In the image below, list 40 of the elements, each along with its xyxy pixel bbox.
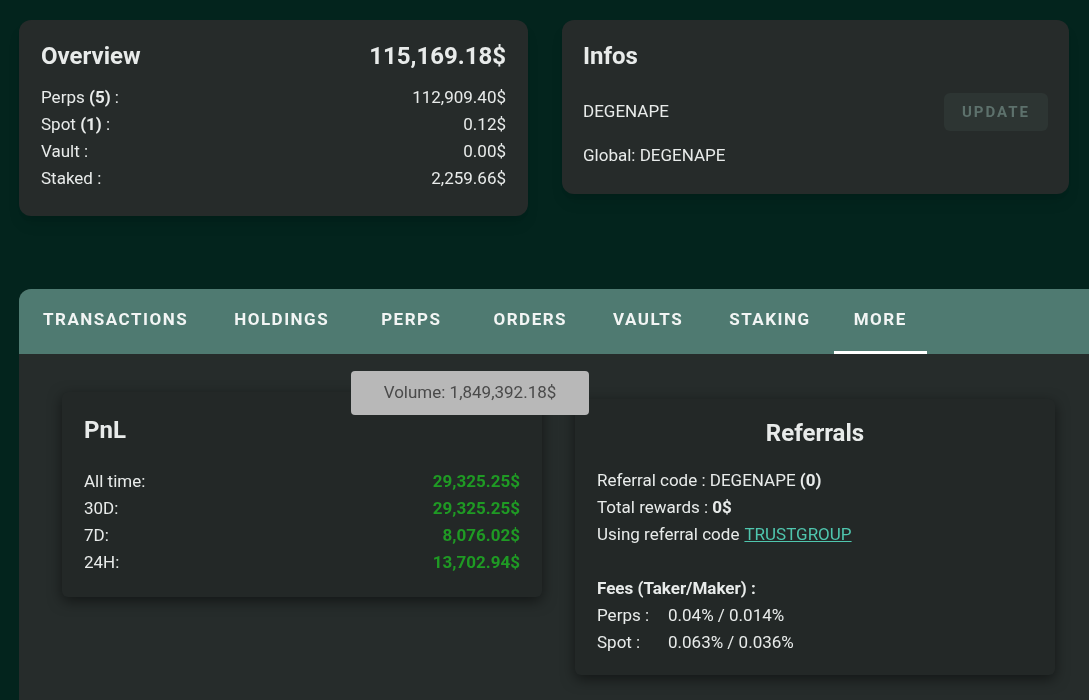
tab[interactable]: VAULTS bbox=[593, 289, 704, 354]
row-value: 29,325.25$ bbox=[432, 497, 520, 520]
tab[interactable]: MORE bbox=[833, 289, 927, 354]
row-value: 112,909.40$ bbox=[412, 86, 506, 109]
tab[interactable]: STAKING bbox=[709, 289, 831, 354]
referral-text: Total rewards : 0$ bbox=[597, 496, 733, 519]
row-label: Spot (1) : bbox=[41, 113, 111, 136]
global-name: Global: DEGENAPE bbox=[583, 144, 727, 167]
card-title: Referrals bbox=[764, 418, 866, 449]
row-value: 2,259.66$ bbox=[431, 167, 506, 190]
row-label: 7D: bbox=[84, 524, 109, 547]
row-value: 0.00$ bbox=[463, 140, 506, 163]
referral-text: Referral code : DEGENAPE (0) bbox=[597, 469, 823, 492]
row-label: All time: bbox=[84, 470, 146, 493]
row-value: 0.12$ bbox=[463, 113, 506, 136]
row-value: 29,325.25$ bbox=[432, 470, 520, 493]
row-label: Vault : bbox=[41, 140, 89, 163]
account-name: DEGENAPE bbox=[583, 100, 669, 124]
row-label: Staked : bbox=[41, 167, 102, 190]
tab[interactable]: ORDERS bbox=[473, 289, 588, 354]
fee-value: 0.063% / 0.036% bbox=[668, 631, 794, 654]
fee-label: Perps : bbox=[597, 604, 651, 627]
tab[interactable]: PERPS bbox=[361, 289, 462, 354]
row-label: 24H: bbox=[84, 551, 120, 574]
tab[interactable]: TRANSACTIONS bbox=[23, 289, 209, 354]
total-value: 115,169.18$ bbox=[369, 41, 506, 72]
referral-text: Using referral code bbox=[597, 523, 740, 546]
tab[interactable]: HOLDINGS bbox=[214, 289, 350, 354]
row-value: 13,702.94$ bbox=[432, 551, 520, 574]
referral-link[interactable]: TRUSTGROUP bbox=[744, 521, 852, 548]
card-title: Infos bbox=[583, 41, 639, 72]
fees-title: Fees (Taker/Maker) : bbox=[597, 577, 757, 600]
card-title: Overview bbox=[41, 41, 141, 72]
card-title: PnL bbox=[84, 415, 127, 446]
row-label: 30D: bbox=[84, 497, 119, 520]
volume-tooltip: Volume: 1,849,392.18$ bbox=[351, 371, 589, 415]
row-value: 8,076.02$ bbox=[442, 524, 520, 547]
fee-label: Spot : bbox=[597, 631, 642, 654]
row-label: Perps (5) : bbox=[41, 86, 119, 109]
fee-value: 0.04% / 0.014% bbox=[668, 604, 785, 627]
